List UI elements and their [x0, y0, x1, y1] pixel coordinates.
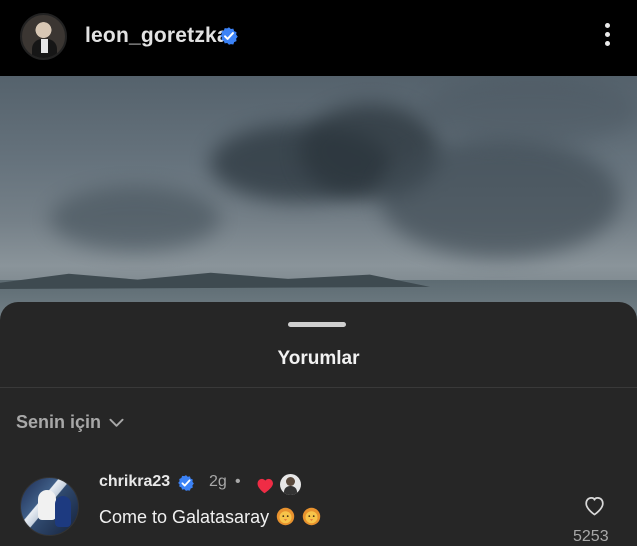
chevron-down-icon	[109, 418, 124, 427]
comment-text: Come to Galatasaray	[99, 507, 270, 527]
profile-username[interactable]: leon_goretzka	[85, 24, 229, 48]
distant-land	[0, 272, 430, 289]
like-heart-icon[interactable]	[583, 495, 606, 516]
filter-label: Senin için	[16, 412, 102, 432]
cloud-shape	[420, 76, 637, 146]
comments-sheet: Yorumlar Senin için chrikra23 2g • Come …	[0, 302, 637, 546]
drag-handle[interactable]	[288, 322, 346, 327]
profile-avatar[interactable]	[20, 13, 67, 60]
cloud-shape	[50, 186, 220, 251]
cloud-shape	[380, 138, 620, 258]
author-liked-avatar	[280, 474, 301, 495]
comments-title: Yorumlar	[277, 348, 360, 369]
avatar-player-blue	[55, 496, 71, 527]
more-options-icon[interactable]	[603, 23, 611, 49]
lion-face-icon	[276, 507, 295, 526]
comment-filter-dropdown[interactable]: Senin için	[16, 412, 124, 433]
avatar-player-white	[38, 490, 56, 520]
sheet-divider	[0, 387, 637, 388]
avatar-shirt	[41, 39, 48, 53]
creator-heart-icon	[257, 478, 273, 494]
like-count: 5253	[573, 528, 609, 545]
comment-time: 2g	[209, 473, 227, 490]
meta-separator: •	[235, 473, 241, 490]
comment-avatar[interactable]	[20, 477, 79, 536]
verified-badge-icon	[220, 27, 238, 45]
post-image[interactable]	[0, 76, 637, 326]
lion-face-icon	[302, 507, 321, 526]
verified-badge-icon	[178, 475, 194, 491]
post-header: leon_goretzka	[0, 0, 637, 76]
comment-username[interactable]: chrikra23	[99, 473, 170, 491]
comment-body: Come to Galatasaray	[99, 507, 321, 528]
